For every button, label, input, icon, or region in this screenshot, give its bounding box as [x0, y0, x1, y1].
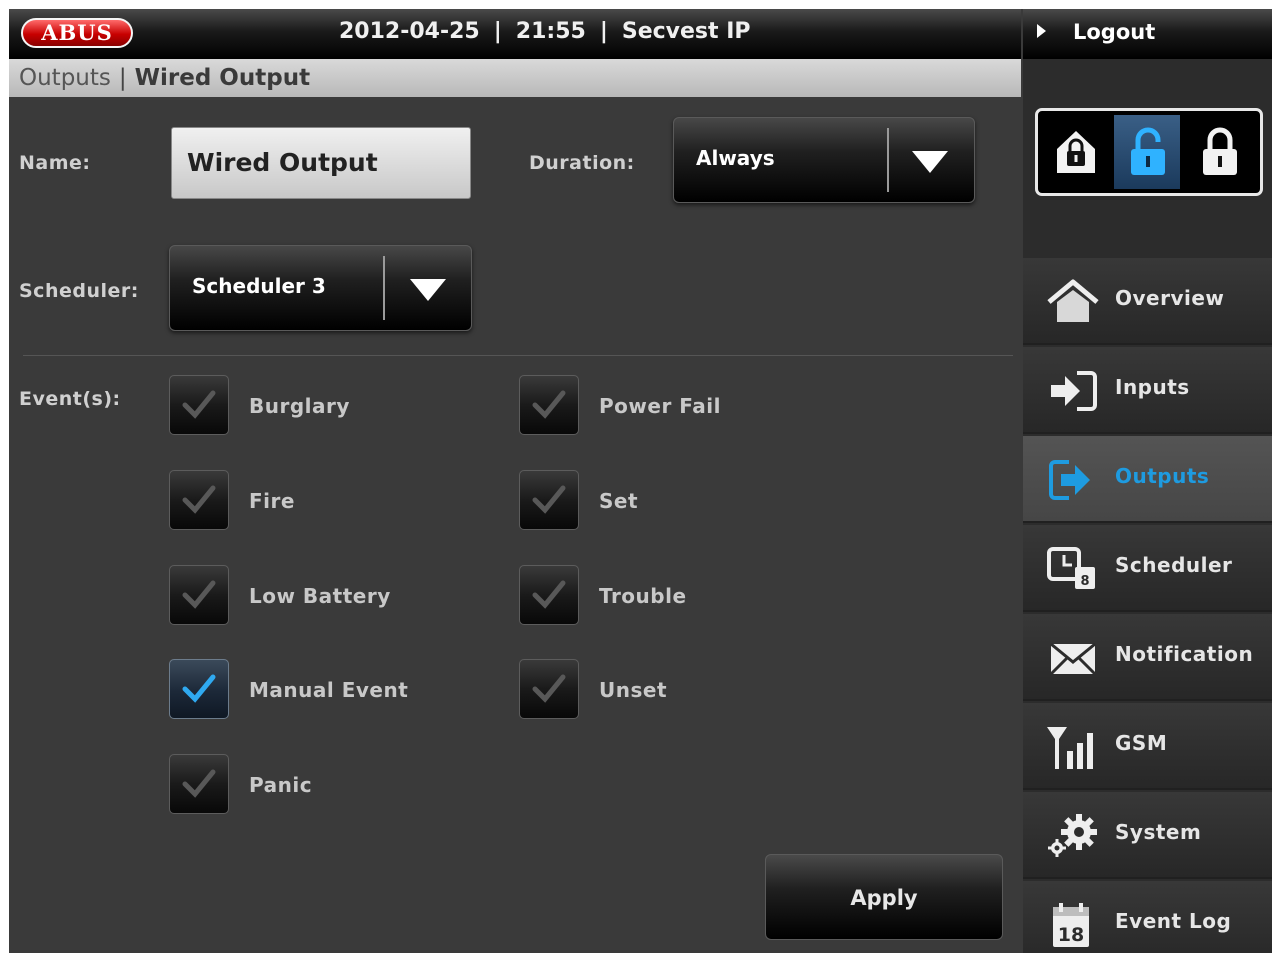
separator: |: [599, 19, 608, 44]
events-label: Event(s):: [19, 388, 121, 410]
play-arrow-icon: [1037, 24, 1046, 38]
event-label-set: Set: [599, 489, 639, 513]
nav-item-notification[interactable]: Notification: [1023, 614, 1272, 701]
name-field[interactable]: Wired Output: [171, 127, 471, 199]
nav-item-gsm[interactable]: GSM: [1023, 703, 1272, 790]
scheduler-dropdown[interactable]: Scheduler 3: [169, 245, 472, 331]
envelope-icon: [1049, 642, 1097, 676]
chevron-down-icon: [912, 151, 948, 173]
event-label-fire: Fire: [249, 489, 295, 513]
gears-icon: [1048, 814, 1097, 857]
event-checkbox-unset[interactable]: [519, 659, 579, 719]
status-info: 2012-04-25 | 21:55 | Secvest IP: [339, 19, 751, 44]
calendar-day: 18: [1058, 924, 1084, 946]
house-icon: [1047, 279, 1099, 322]
nav-label: Event Log: [1115, 909, 1232, 933]
breadcrumb-current: Wired Output: [134, 65, 311, 91]
chevron-down-icon: [410, 279, 446, 301]
dropdown-divider: [383, 256, 385, 320]
event-label-power-fail: Power Fail: [599, 394, 721, 418]
breadcrumb-parent[interactable]: Outputs: [19, 65, 111, 91]
event-checkbox-set[interactable]: [519, 470, 579, 530]
nav-item-scheduler[interactable]: 8 Scheduler: [1023, 525, 1272, 612]
checkmark-icon: [532, 390, 566, 419]
output-arrow-icon: [1049, 460, 1090, 500]
apply-button[interactable]: Apply: [765, 854, 1003, 940]
arm-mode-selector: [1035, 108, 1263, 196]
nav-label: GSM: [1115, 731, 1168, 755]
checkmark-icon: [182, 580, 216, 609]
logout-button[interactable]: Logout: [1023, 9, 1272, 59]
event-label-unset: Unset: [599, 678, 668, 702]
event-checkbox-low-battery[interactable]: [169, 565, 229, 625]
event-checkbox-burglary[interactable]: [169, 375, 229, 435]
event-checkbox-panic[interactable]: [169, 754, 229, 814]
calendar-clock-icon: 8: [1047, 547, 1095, 589]
nav-item-system[interactable]: System: [1023, 792, 1272, 879]
duration-label: Duration:: [529, 152, 635, 174]
event-checkbox-power-fail[interactable]: [519, 375, 579, 435]
nav-item-event-log[interactable]: 18 Event Log: [1023, 881, 1272, 953]
nav-label: Notification: [1115, 642, 1254, 666]
fullset-button[interactable]: [1186, 115, 1252, 189]
svg-text:8: 8: [1080, 574, 1089, 589]
checkmark-icon: [532, 580, 566, 609]
partset-button[interactable]: [1042, 115, 1108, 189]
breadcrumb: Outputs | Wired Output: [9, 59, 1021, 97]
logout-label: Logout: [1073, 20, 1156, 44]
event-label-trouble: Trouble: [599, 584, 687, 608]
input-arrow-icon: [1051, 371, 1097, 411]
nav-item-inputs[interactable]: Inputs: [1023, 347, 1272, 434]
app-screen: ABUS 2012-04-25 | 21:55 | Secvest IP Logout …: [9, 9, 1272, 953]
duration-value: Always: [696, 146, 775, 170]
partset-lock-icon: [1057, 131, 1095, 173]
unset-button[interactable]: [1114, 115, 1180, 189]
nav-item-outputs[interactable]: Outputs: [1023, 436, 1272, 523]
fullset-lock-icon: [1203, 127, 1237, 175]
nav-label: Inputs: [1115, 375, 1190, 399]
nav-label: Outputs: [1115, 464, 1210, 488]
event-label-manual-event: Manual Event: [249, 678, 409, 702]
event-label-low-battery: Low Battery: [249, 584, 391, 608]
right-panel: Overview Inputs Outputs 8 Scheduler Noti…: [1023, 59, 1272, 953]
dropdown-divider: [887, 128, 889, 192]
checkmark-icon: [532, 485, 566, 514]
checkmark-icon: [182, 485, 216, 514]
scheduler-value: Scheduler 3: [192, 274, 326, 298]
checkmark-icon: [182, 674, 216, 703]
event-label-panic: Panic: [249, 773, 313, 797]
checkmark-icon: [182, 390, 216, 419]
scheduler-label: Scheduler:: [19, 280, 139, 302]
checkmark-icon: [182, 769, 216, 798]
top-bar: ABUS 2012-04-25 | 21:55 | Secvest IP: [9, 9, 1021, 59]
nav-label: System: [1115, 820, 1202, 844]
signal-icon: [1047, 727, 1093, 769]
section-divider: [23, 355, 1013, 356]
current-time: 21:55: [515, 19, 586, 44]
nav-label: Scheduler: [1115, 553, 1233, 577]
breadcrumb-separator: |: [118, 65, 127, 91]
event-checkbox-trouble[interactable]: [519, 565, 579, 625]
current-date: 2012-04-25: [339, 19, 480, 44]
checkmark-icon: [532, 674, 566, 703]
event-checkbox-fire[interactable]: [169, 470, 229, 530]
unset-lock-icon: [1131, 127, 1165, 175]
nav-label: Overview: [1115, 286, 1225, 310]
duration-dropdown[interactable]: Always: [673, 117, 975, 203]
nav-item-overview[interactable]: Overview: [1023, 258, 1272, 345]
event-checkbox-manual-event[interactable]: [169, 659, 229, 719]
separator: |: [493, 19, 502, 44]
system-name: Secvest IP: [621, 19, 751, 44]
event-label-burglary: Burglary: [249, 394, 350, 418]
name-label: Name:: [19, 152, 91, 174]
calendar-icon: 18: [1053, 903, 1089, 947]
abus-logo: ABUS: [21, 18, 133, 48]
